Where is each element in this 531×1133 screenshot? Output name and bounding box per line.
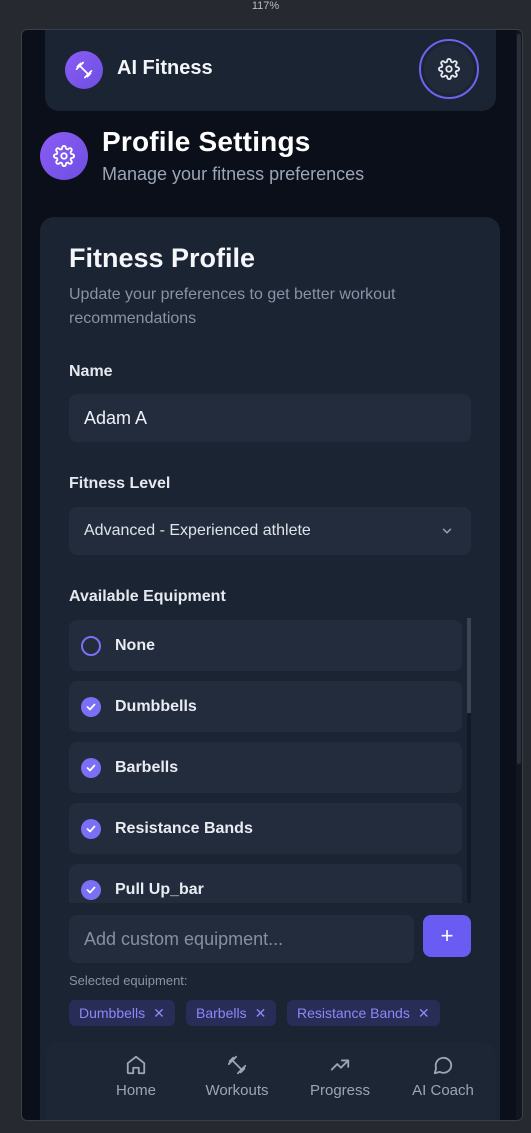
nav-label: Workouts (205, 1082, 269, 1099)
top-app-bar: AI Fitness (45, 30, 496, 111)
custom-equipment-placeholder: Add custom equipment... (84, 928, 284, 949)
selected-chip-resistance-bands: Resistance Bands ✕ (287, 1000, 440, 1026)
bottom-navigation: Home Workouts Progress AI Coach (46, 1042, 496, 1120)
close-icon[interactable]: ✕ (255, 1005, 267, 1022)
chip-label: Resistance Bands (297, 1005, 410, 1021)
equipment-item-pull-up-bar[interactable]: Pull Up_bar (69, 864, 462, 903)
trending-up-icon (330, 1059, 350, 1071)
app-viewport: AI Fitness Profile Settings Manage your … (21, 29, 523, 1121)
nav-item-home[interactable]: Home (86, 1054, 186, 1099)
equipment-item-resistance-bands[interactable]: Resistance Bands (69, 803, 462, 854)
check-circle-icon (81, 757, 101, 778)
equipment-scrollbar-thumb[interactable] (467, 618, 471, 713)
check-circle-icon (81, 696, 101, 717)
fitness-level-select[interactable]: Advanced - Experienced athlete (69, 507, 471, 555)
custom-equipment-input[interactable]: Add custom equipment... (69, 915, 414, 963)
chat-bubble-icon (433, 1056, 453, 1075)
nav-label: AI Coach (412, 1082, 474, 1099)
gear-icon (40, 132, 88, 180)
equipment-item-label: None (115, 636, 155, 654)
nav-item-ai-coach[interactable]: AI Coach (393, 1054, 493, 1099)
equipment-item-dumbbells[interactable]: Dumbbells (69, 681, 462, 732)
name-label: Name (69, 363, 113, 380)
add-equipment-button[interactable]: + (423, 915, 471, 957)
equipment-item-label: Pull Up_bar (115, 880, 204, 898)
zoom-level: 117% (251, 0, 280, 12)
nav-label: Progress (309, 1082, 371, 1099)
gear-icon (438, 58, 460, 80)
dumbbell-icon (65, 51, 103, 89)
equipment-item-label: Dumbbells (115, 697, 197, 715)
dumbbell-icon (227, 1055, 247, 1075)
page-scrollbar-thumb[interactable] (517, 34, 521, 764)
home-icon (126, 1055, 146, 1075)
plus-icon: + (440, 923, 454, 948)
check-circle-icon (81, 879, 101, 900)
equipment-label: Available Equipment (69, 588, 226, 605)
nav-label: Home (115, 1082, 156, 1099)
equipment-item-barbells[interactable]: Barbells (69, 742, 462, 793)
page-subtitle: Manage your fitness preferences (102, 164, 365, 184)
selected-chip-dumbbells: Dumbbells ✕ (69, 1000, 175, 1026)
check-circle-icon (81, 818, 101, 839)
page-title: Profile Settings (102, 126, 311, 157)
settings-button[interactable] (419, 39, 479, 99)
chip-label: Barbells (196, 1005, 247, 1021)
equipment-item-label: Barbells (115, 758, 179, 776)
equipment-list[interactable]: None Dumbbells Barbells Resistance Bands (69, 618, 471, 903)
close-icon[interactable]: ✕ (153, 1005, 165, 1022)
equipment-scrollbar[interactable] (467, 618, 471, 903)
app-title: AI Fitness (117, 57, 213, 79)
fitness-profile-card: Fitness Profile Update your preferences … (40, 217, 500, 1120)
equipment-item-label: Resistance Bands (115, 819, 253, 837)
nav-item-workouts[interactable]: Workouts (187, 1054, 287, 1099)
chip-label: Dumbbells (79, 1005, 146, 1021)
equipment-item-none[interactable]: None (69, 620, 462, 671)
selected-chip-barbells: Barbells ✕ (186, 1000, 277, 1026)
chevron-down-icon (442, 528, 452, 534)
name-input[interactable]: Adam A (69, 394, 471, 442)
fitness-level-value: Advanced - Experienced athlete (84, 522, 311, 539)
unchecked-circle-icon (81, 635, 101, 656)
nav-item-progress[interactable]: Progress (290, 1054, 390, 1099)
page-scrollbar[interactable] (516, 30, 522, 1120)
name-input-value: Adam A (84, 407, 148, 428)
card-description: Update your preferences to get better wo… (69, 286, 396, 327)
selected-equipment-label: Selected equipment: (69, 973, 188, 988)
card-title: Fitness Profile (69, 243, 256, 273)
close-icon[interactable]: ✕ (418, 1005, 430, 1022)
fitness-level-label: Fitness Level (69, 475, 171, 492)
